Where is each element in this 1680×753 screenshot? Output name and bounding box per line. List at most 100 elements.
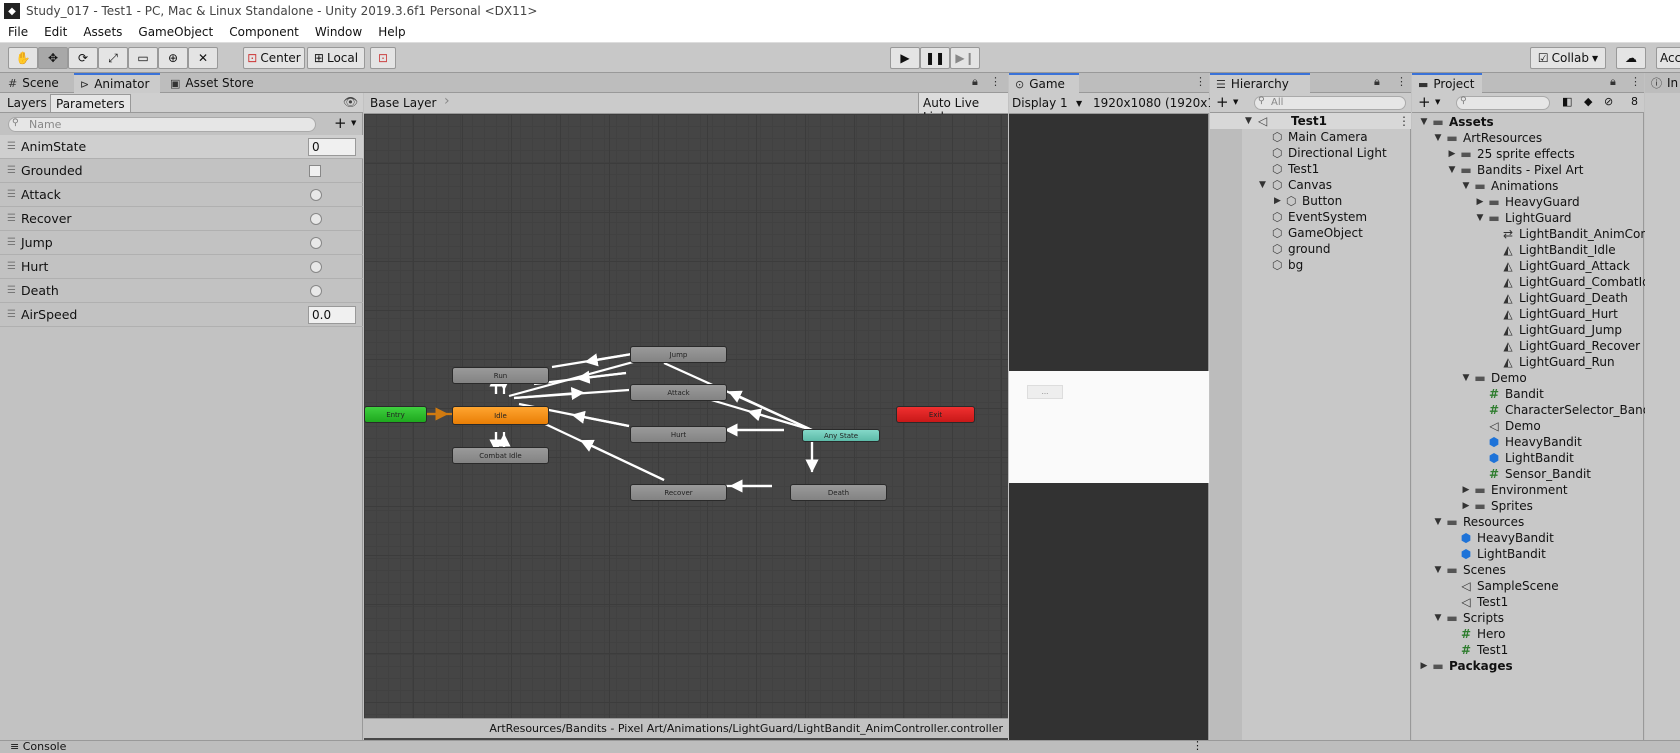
collab-dropdown[interactable]: ☑ Collab ▼ xyxy=(1530,47,1606,69)
chevron-down-icon[interactable]: ▼ xyxy=(1076,99,1082,108)
custom-tool-icon[interactable]: ✕ xyxy=(188,47,218,69)
state-attack[interactable]: Attack xyxy=(630,384,727,401)
tab-asset-store[interactable]: ▣ Asset Store xyxy=(164,73,260,93)
filter-label-icon[interactable]: ◆ xyxy=(1584,95,1592,108)
expand-arrow-icon[interactable]: ▼ xyxy=(1446,165,1458,175)
hierarchy-item[interactable]: ⬡ Directional Light xyxy=(1210,145,1411,161)
project-tree-item[interactable]: # Hero xyxy=(1446,626,1505,642)
project-tree-item[interactable]: # Bandit xyxy=(1474,386,1544,402)
parameter-row[interactable]: ☰ Grounded xyxy=(0,159,363,183)
tab-hierarchy[interactable]: ☰ Hierarchy xyxy=(1210,73,1310,93)
hierarchy-item[interactable]: ▶ ⬡ Button xyxy=(1210,193,1411,209)
menu-assets[interactable]: Assets xyxy=(75,25,130,39)
parameter-row[interactable]: ☰ Death xyxy=(0,279,363,303)
state-hurt[interactable]: Hurt xyxy=(630,426,727,443)
snap-toggle-icon[interactable]: ⊡ xyxy=(370,47,396,69)
more-menu-icon[interactable]: ⋮ xyxy=(1630,75,1641,88)
drag-handle-icon[interactable]: ☰ xyxy=(7,189,17,200)
space-local-toggle[interactable]: ⊞ Local xyxy=(307,47,365,69)
hierarchy-item[interactable]: ⬡ bg xyxy=(1210,257,1411,273)
tab-project[interactable]: ▬ Project xyxy=(1412,73,1482,93)
project-tree-item[interactable]: ▼ ▬ Scripts xyxy=(1432,610,1505,626)
state-run[interactable]: Run xyxy=(452,367,549,384)
more-menu-icon[interactable]: ⋮ xyxy=(990,75,1001,88)
add-parameter-button[interactable]: + xyxy=(334,114,347,132)
create-button[interactable]: + xyxy=(1418,93,1431,111)
state-idle[interactable]: Idle xyxy=(452,406,549,425)
project-tree-item[interactable]: ▶ ▬ Sprites xyxy=(1460,498,1533,514)
state-entry[interactable]: Entry xyxy=(364,406,427,423)
lock-icon[interactable]: 🔒︎ xyxy=(972,75,978,89)
drag-handle-icon[interactable]: ☰ xyxy=(7,237,17,248)
drag-handle-icon[interactable]: ☰ xyxy=(7,141,17,152)
create-button[interactable]: + xyxy=(1216,93,1229,111)
lock-icon[interactable]: 🔒︎ xyxy=(1374,75,1380,89)
state-death[interactable]: Death xyxy=(790,484,887,501)
project-tree-item[interactable]: ⬢ LightBandit xyxy=(1474,450,1574,466)
lock-icon[interactable]: 🔒︎ xyxy=(1610,75,1616,89)
project-tree-item[interactable]: ◭ LightGuard_Attack xyxy=(1488,258,1629,274)
account-dropdown[interactable]: Acc xyxy=(1656,47,1680,69)
hierarchy-item[interactable]: ⬡ Main Camera xyxy=(1210,129,1411,145)
project-tree-item[interactable]: ▼ ▬ Assets xyxy=(1418,114,1494,130)
menu-file[interactable]: File xyxy=(0,25,36,39)
drag-handle-icon[interactable]: ☰ xyxy=(7,309,17,320)
pause-button[interactable]: ❚❚ xyxy=(920,47,950,69)
more-menu-icon[interactable]: ⋮ xyxy=(1195,75,1206,88)
auto-live-link-button[interactable]: Auto Live Link xyxy=(918,93,1008,124)
project-tree-item[interactable]: ◁ Test1 xyxy=(1446,594,1508,610)
drag-handle-icon[interactable]: ☰ xyxy=(7,213,17,224)
parameter-float-field[interactable]: 0.0 xyxy=(308,306,356,324)
project-tree-item[interactable]: ◭ LightGuard_Death xyxy=(1488,290,1627,306)
project-tree-item[interactable]: ▶ ▬ Environment xyxy=(1460,482,1568,498)
menu-component[interactable]: Component xyxy=(221,25,307,39)
resolution-dropdown[interactable]: 1920x1080 (1920x10 xyxy=(1093,96,1223,110)
collapse-arrow-icon[interactable]: ▶ xyxy=(1460,485,1472,495)
tab-animator[interactable]: ⊳ Animator xyxy=(74,73,160,93)
state-machine-canvas[interactable]: Entry Idle Run Combat Idle Jump Attack H… xyxy=(364,114,1008,718)
tab-scene[interactable]: # Scene xyxy=(2,73,65,93)
collapse-arrow-icon[interactable]: ▶ xyxy=(1446,149,1458,159)
expand-arrow-icon[interactable]: ▼ xyxy=(1259,180,1266,190)
collapse-arrow-icon[interactable]: ▶ xyxy=(1274,196,1281,206)
expand-arrow-icon[interactable]: ▼ xyxy=(1460,373,1472,383)
state-recover[interactable]: Recover xyxy=(630,484,727,501)
drag-handle-icon[interactable]: ☰ xyxy=(7,165,17,176)
state-exit[interactable]: Exit xyxy=(896,406,975,423)
collapse-arrow-icon[interactable]: ▶ xyxy=(1474,197,1486,207)
hidden-packages-icon[interactable]: ⊘ xyxy=(1604,95,1613,108)
project-tree-item[interactable]: ▶ ▬ Packages xyxy=(1418,658,1513,674)
project-tree-item[interactable]: ▶ ▬ 25 sprite effects xyxy=(1446,146,1575,162)
more-menu-icon[interactable]: ⋮ xyxy=(1396,75,1407,88)
project-tree-item[interactable]: ◭ LightGuard_Recover xyxy=(1488,338,1640,354)
project-tree-item[interactable]: ▼ ▬ Scenes xyxy=(1432,562,1506,578)
project-tree-item[interactable]: ▶ ▬ HeavyGuard xyxy=(1474,194,1580,210)
menu-window[interactable]: Window xyxy=(307,25,370,39)
expand-arrow-icon[interactable]: ▼ xyxy=(1245,116,1252,126)
rotate-tool-icon[interactable]: ⟳ xyxy=(68,47,98,69)
scale-tool-icon[interactable]: ⤢ xyxy=(98,47,128,69)
parameter-trigger-radio[interactable] xyxy=(310,261,322,273)
project-tree-item[interactable]: ▼ ▬ Bandits - Pixel Art xyxy=(1446,162,1584,178)
parameter-row[interactable]: ☰ Hurt xyxy=(0,255,363,279)
parameter-bool-checkbox[interactable] xyxy=(309,165,321,177)
parameter-row[interactable]: ☰ Attack xyxy=(0,183,363,207)
tab-layers[interactable]: Layers xyxy=(2,94,52,112)
tab-parameters[interactable]: Parameters xyxy=(50,94,131,112)
project-tree-item[interactable]: ▼ ▬ LightGuard xyxy=(1474,210,1572,226)
project-tree-item[interactable]: ◭ LightBandit_Idle xyxy=(1488,242,1615,258)
project-tree-item[interactable]: ▼ ▬ ArtResources xyxy=(1432,130,1543,146)
project-tree-item[interactable]: ⇄ LightBandit_AnimCont xyxy=(1488,226,1653,242)
add-chevron-icon[interactable]: ▼ xyxy=(351,119,356,127)
tab-console[interactable]: ≡ Console xyxy=(10,740,66,753)
expand-arrow-icon[interactable]: ▼ xyxy=(1460,181,1472,191)
project-tree-item[interactable]: ◭ LightGuard_CombatIdl xyxy=(1488,274,1653,290)
collapse-arrow-icon[interactable]: ▶ xyxy=(1460,501,1472,511)
collapse-arrow-icon[interactable]: ▶ xyxy=(1418,661,1430,671)
project-tree-item[interactable]: # Test1 xyxy=(1446,642,1508,658)
menu-edit[interactable]: Edit xyxy=(36,25,75,39)
more-menu-icon[interactable]: ⋮ xyxy=(1398,114,1410,128)
breadcrumb[interactable]: Base Layer xyxy=(370,96,437,110)
chevron-down-icon[interactable]: ▼ xyxy=(1233,98,1238,106)
project-tree-item[interactable]: ◭ LightGuard_Run xyxy=(1488,354,1614,370)
